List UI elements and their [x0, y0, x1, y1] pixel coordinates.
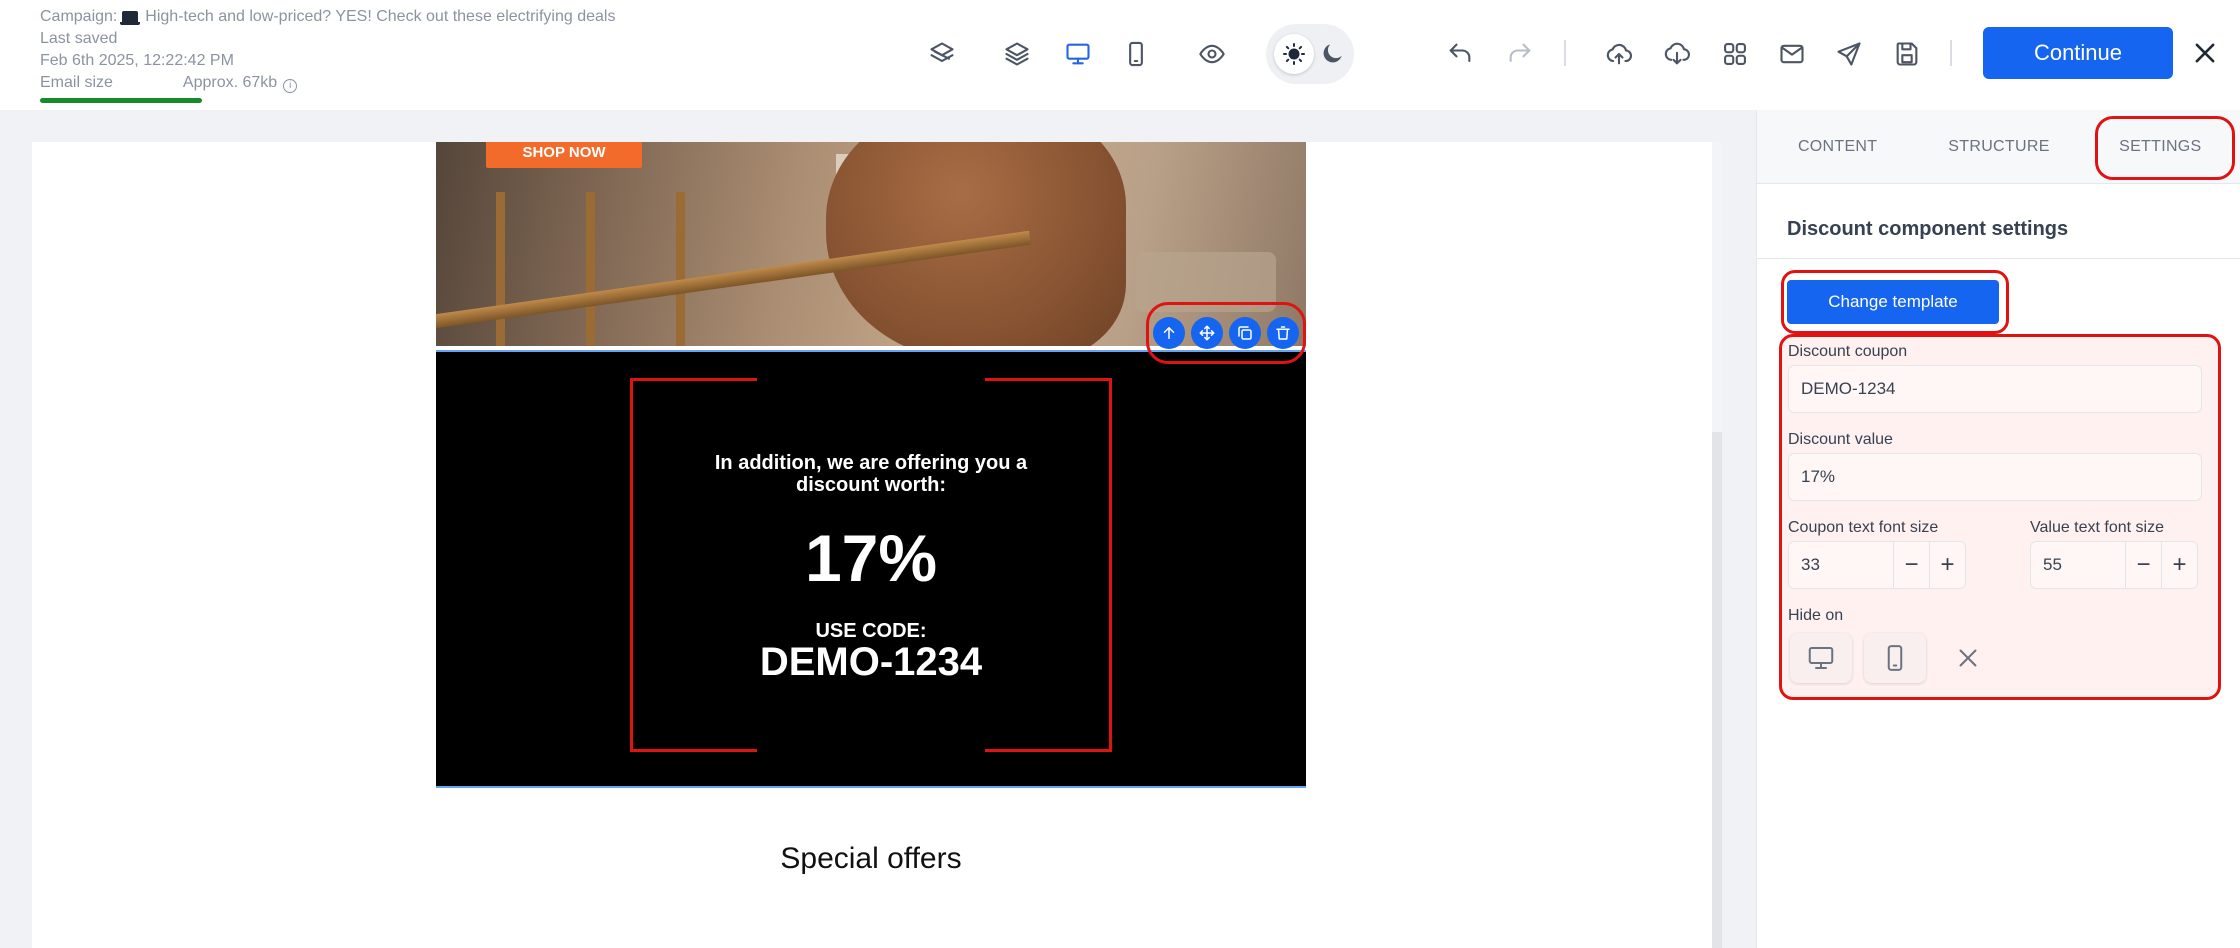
discount-coupon-label: Discount coupon	[1788, 343, 1908, 360]
close-icon[interactable]	[2188, 36, 2222, 70]
campaign-name: High-tech and low-priced? YES! Check out…	[145, 8, 616, 25]
discount-settings-form: Discount coupon DEMO-1234 Discount value…	[1779, 334, 2221, 700]
photo-rail-post	[676, 192, 685, 346]
desktop-icon	[1808, 647, 1834, 669]
panel-tabs: CONTENT STRUCTURE SETTINGS	[1757, 110, 2240, 184]
discount-intro: In addition, we are offering you a disco…	[714, 452, 1028, 496]
mobile-icon[interactable]	[1116, 34, 1156, 74]
tab-content[interactable]: CONTENT	[1757, 110, 1918, 183]
tab-settings[interactable]: SETTINGS	[2080, 110, 2240, 183]
toolbar-divider	[1564, 40, 1566, 66]
panel-title: Discount component settings	[1787, 218, 2069, 240]
discount-coupon-input[interactable]: DEMO-1234	[1788, 365, 2202, 413]
canvas-scrollbar-thumb[interactable]	[1712, 432, 1722, 948]
value-font-decrease-button[interactable]: −	[2125, 542, 2161, 588]
redo-icon[interactable]	[1500, 34, 1540, 74]
tab-structure[interactable]: STRUCTURE	[1918, 110, 2079, 183]
value-font-increase-button[interactable]: +	[2161, 542, 2197, 588]
special-offers-heading: Special offers	[780, 842, 962, 875]
frame-gap-bottom	[757, 747, 985, 753]
coupon-font-decrease-button[interactable]: −	[1893, 542, 1929, 588]
title-divider	[1757, 258, 2240, 259]
email-size-label: Email size	[40, 74, 113, 91]
campaign-label: Campaign:	[40, 8, 118, 25]
eye-icon[interactable]	[1192, 34, 1232, 74]
hide-on-mobile-button[interactable]	[1864, 633, 1926, 683]
photo-rail-post	[586, 192, 595, 346]
value-font-size-label: Value text font size	[2030, 519, 2164, 536]
email-preview: SHOP NOW In addition, we are offering yo…	[436, 142, 1306, 948]
photo-rail-post	[496, 192, 505, 346]
download-icon[interactable]	[1657, 34, 1697, 74]
discount-value-input[interactable]: 17%	[1788, 453, 2202, 501]
hide-on-label: Hide on	[1788, 607, 1844, 624]
coupon-font-increase-button[interactable]: +	[1929, 542, 1965, 588]
coupon-font-size-value[interactable]: 33	[1789, 542, 1893, 588]
layers-outline-icon[interactable]	[922, 34, 962, 74]
clear-hide-on-icon[interactable]	[1948, 638, 1988, 678]
desktop-icon[interactable]	[1058, 34, 1098, 74]
block-toolbar	[1146, 302, 1306, 364]
email-size-bar	[40, 98, 202, 103]
duplicate-icon[interactable]	[1229, 317, 1261, 349]
move-up-icon[interactable]	[1153, 317, 1185, 349]
campaign-meta: Campaign: High-tech and low-priced? YES!…	[40, 6, 615, 94]
discount-block[interactable]: In addition, we are offering you a disco…	[436, 350, 1306, 788]
info-icon[interactable]: i	[283, 79, 298, 93]
shop-now-button[interactable]: SHOP NOW	[486, 142, 642, 168]
upload-icon[interactable]	[1599, 34, 1639, 74]
top-bar: Campaign: High-tech and low-priced? YES!…	[0, 0, 2240, 110]
hide-on-desktop-button[interactable]	[1790, 633, 1852, 683]
moon-icon[interactable]	[1316, 36, 1350, 70]
email-size-row: Email size Approx. 67kb i	[40, 72, 615, 94]
campaign-row: Campaign: High-tech and low-priced? YES!…	[40, 6, 615, 28]
coupon-font-size-label: Coupon text font size	[1788, 519, 1939, 536]
discount-value-label: Discount value	[1788, 431, 1893, 448]
discount-value: 17%	[804, 521, 938, 595]
laptop-emoji-icon	[119, 11, 140, 25]
coupon-font-size-stepper: 33 − +	[1788, 541, 1966, 589]
mobile-icon	[1887, 645, 1903, 671]
grid-icon[interactable]	[1715, 34, 1755, 74]
continue-button[interactable]: Continue	[1983, 27, 2173, 79]
email-size-value: Approx. 67kb i	[183, 72, 298, 94]
value-font-size-stepper: 55 − +	[2030, 541, 2198, 589]
mail-icon[interactable]	[1772, 34, 1812, 74]
theme-toggle[interactable]	[1266, 24, 1354, 84]
send-icon[interactable]	[1829, 34, 1869, 74]
last-saved-label: Last saved	[40, 30, 118, 47]
toolbar-divider-2	[1950, 40, 1952, 66]
change-template-button[interactable]: Change template	[1787, 280, 1999, 324]
save-icon[interactable]	[1887, 34, 1927, 74]
last-saved-time: Feb 6th 2025, 12:22:42 PM	[40, 52, 234, 69]
sun-icon[interactable]	[1274, 34, 1314, 74]
layers-icon[interactable]	[997, 34, 1037, 74]
coupon-code: DEMO-1234	[759, 640, 983, 684]
delete-icon[interactable]	[1267, 317, 1299, 349]
drag-move-icon[interactable]	[1191, 317, 1223, 349]
frame-gap-top	[757, 377, 985, 383]
value-font-size-value[interactable]: 55	[2031, 542, 2125, 588]
settings-panel: CONTENT STRUCTURE SETTINGS Discount comp…	[1756, 110, 2240, 948]
undo-icon[interactable]	[1440, 34, 1480, 74]
